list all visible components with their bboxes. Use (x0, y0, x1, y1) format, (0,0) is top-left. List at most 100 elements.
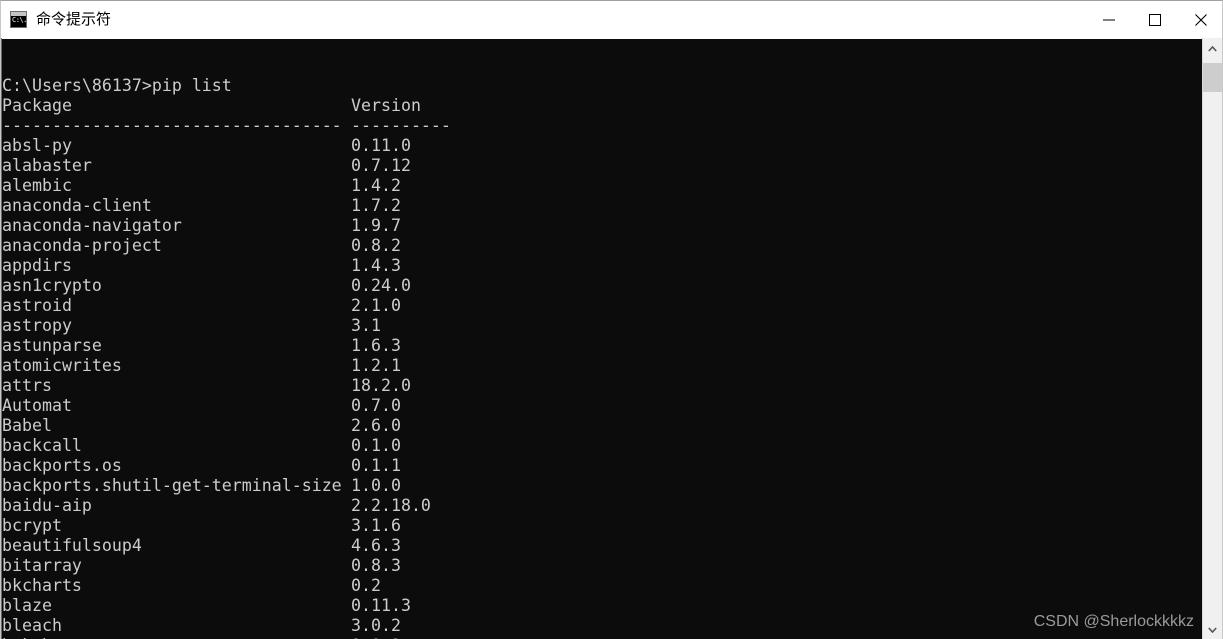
package-row: asn1crypto 0.24.0 (2, 276, 451, 296)
prompt-text: C:\Users\86137>pip list (2, 75, 232, 95)
column-separator-row: ---------------------------------- ------… (2, 116, 451, 136)
package-name: baidu-aip (2, 495, 92, 515)
package-version: 1.4.2 (351, 175, 401, 195)
package-row: beautifulsoup4 4.6.3 (2, 536, 451, 556)
package-version: 3.1 (351, 315, 381, 335)
package-version: 1.2.1 (351, 355, 401, 375)
package-version: 18.2.0 (351, 375, 411, 395)
package-version: 4.6.3 (351, 535, 401, 555)
package-row: Babel 2.6.0 (2, 416, 451, 436)
window-controls (1086, 1, 1222, 38)
package-row: baidu-aip 2.2.18.0 (2, 496, 451, 516)
console-text: C:\Users\86137>pip list Package Version ---… (2, 76, 451, 639)
package-name: astroid (2, 295, 72, 315)
package-row: anaconda-client 1.7.2 (2, 196, 451, 216)
scrollbar-track[interactable] (1203, 59, 1222, 619)
package-name: absl-py (2, 135, 72, 155)
package-name: backports.shutil-get-terminal-size (2, 475, 342, 495)
package-row: alembic 1.4.2 (2, 176, 451, 196)
package-row: backports.shutil-get-terminal-size 1.0.0 (2, 476, 451, 496)
package-row: bitarray 0.8.3 (2, 556, 451, 576)
chevron-down-icon (1208, 626, 1217, 633)
minimize-button[interactable] (1086, 1, 1132, 38)
package-name: attrs (2, 375, 52, 395)
package-name: bitarray (2, 555, 82, 575)
package-row: anaconda-navigator 1.9.7 (2, 216, 451, 236)
package-row: astropy 3.1 (2, 316, 451, 336)
package-row: bleach 3.0.2 (2, 616, 451, 636)
package-row: astroid 2.1.0 (2, 296, 451, 316)
maximize-icon (1149, 13, 1161, 26)
scrollbar-thumb[interactable] (1203, 63, 1222, 92)
package-row: anaconda-project 0.8.2 (2, 236, 451, 256)
package-version: 0.2 (351, 575, 381, 595)
package-version: 3.1.6 (351, 515, 401, 535)
package-name: blaze (2, 595, 52, 615)
title-bar[interactable]: C:\. 命令提示符 (1, 1, 1222, 38)
package-version: 1.4.3 (351, 255, 401, 275)
package-name: alembic (2, 175, 72, 195)
package-row: blaze 0.11.3 (2, 596, 451, 616)
package-row: bokeh1.0.2 (2, 636, 451, 639)
chevron-up-icon (1208, 45, 1217, 52)
package-version: 1.6.3 (351, 335, 401, 355)
vertical-scrollbar[interactable] (1202, 38, 1222, 639)
package-name: bcrypt (2, 515, 62, 535)
package-row: bcrypt 3.1.6 (2, 516, 451, 536)
package-name: anaconda-navigator (2, 215, 182, 235)
maximize-button[interactable] (1132, 1, 1178, 38)
console-output-area[interactable]: C:\Users\86137>pip list Package Version ---… (1, 38, 1222, 639)
package-version: 0.1.0 (351, 435, 401, 455)
close-button[interactable] (1178, 1, 1222, 38)
scroll-up-button[interactable] (1203, 38, 1222, 59)
package-name: astunparse (2, 335, 102, 355)
package-version: 0.24.0 (351, 275, 411, 295)
column-header-row: Package Version (2, 96, 451, 116)
package-name: Babel (2, 415, 52, 435)
package-name: anaconda-project (2, 235, 162, 255)
package-name: bleach (2, 615, 62, 635)
package-version: 0.7.12 (351, 155, 411, 175)
package-row: bkcharts 0.2 (2, 576, 451, 596)
package-version: 2.6.0 (351, 415, 401, 435)
package-version: 1.0.2 (351, 636, 401, 639)
package-version: 3.0.2 (351, 615, 401, 635)
package-name: Automat (2, 395, 72, 415)
cmd-icon-label: C:\. (12, 16, 27, 24)
package-version: 0.8.3 (351, 555, 401, 575)
package-row: astunparse 1.6.3 (2, 336, 451, 356)
package-name: beautifulsoup4 (2, 535, 142, 555)
package-version: 1.9.7 (351, 215, 401, 235)
title-bar-left: C:\. 命令提示符 (1, 10, 1086, 29)
package-row: backcall 0.1.0 (2, 436, 451, 456)
package-row: attrs 18.2.0 (2, 376, 451, 396)
package-row: backports.os 0.1.1 (2, 456, 451, 476)
package-version: 1.7.2 (351, 195, 401, 215)
package-separator: ---------------------------------- (2, 115, 342, 135)
scroll-down-button[interactable] (1203, 619, 1222, 639)
version-separator: ---------- (351, 115, 451, 135)
package-row: atomicwrites 1.2.1 (2, 356, 451, 376)
minimize-icon (1103, 19, 1115, 20)
package-name: bkcharts (2, 575, 82, 595)
package-name: alabaster (2, 155, 92, 175)
window-title: 命令提示符 (36, 10, 112, 28)
package-row: appdirs 1.4.3 (2, 256, 451, 276)
package-row: Automat 0.7.0 (2, 396, 451, 416)
package-version: 2.1.0 (351, 295, 401, 315)
package-version: 0.11.3 (351, 595, 411, 615)
close-icon (1195, 13, 1207, 26)
package-version: 0.8.2 (351, 235, 401, 255)
cmd-icon: C:\. (10, 11, 27, 28)
package-name: anaconda-client (2, 195, 152, 215)
package-version: 0.7.0 (351, 395, 401, 415)
package-version: 0.1.1 (351, 455, 401, 475)
package-name: backcall (2, 435, 82, 455)
package-column-header: Package (2, 95, 72, 115)
package-row: absl-py 0.11.0 (2, 136, 451, 156)
package-version: 0.11.0 (351, 135, 411, 155)
package-name: bokeh (2, 636, 351, 639)
package-name: atomicwrites (2, 355, 122, 375)
package-row: alabaster 0.7.12 (2, 156, 451, 176)
version-column-header: Version (351, 95, 421, 115)
